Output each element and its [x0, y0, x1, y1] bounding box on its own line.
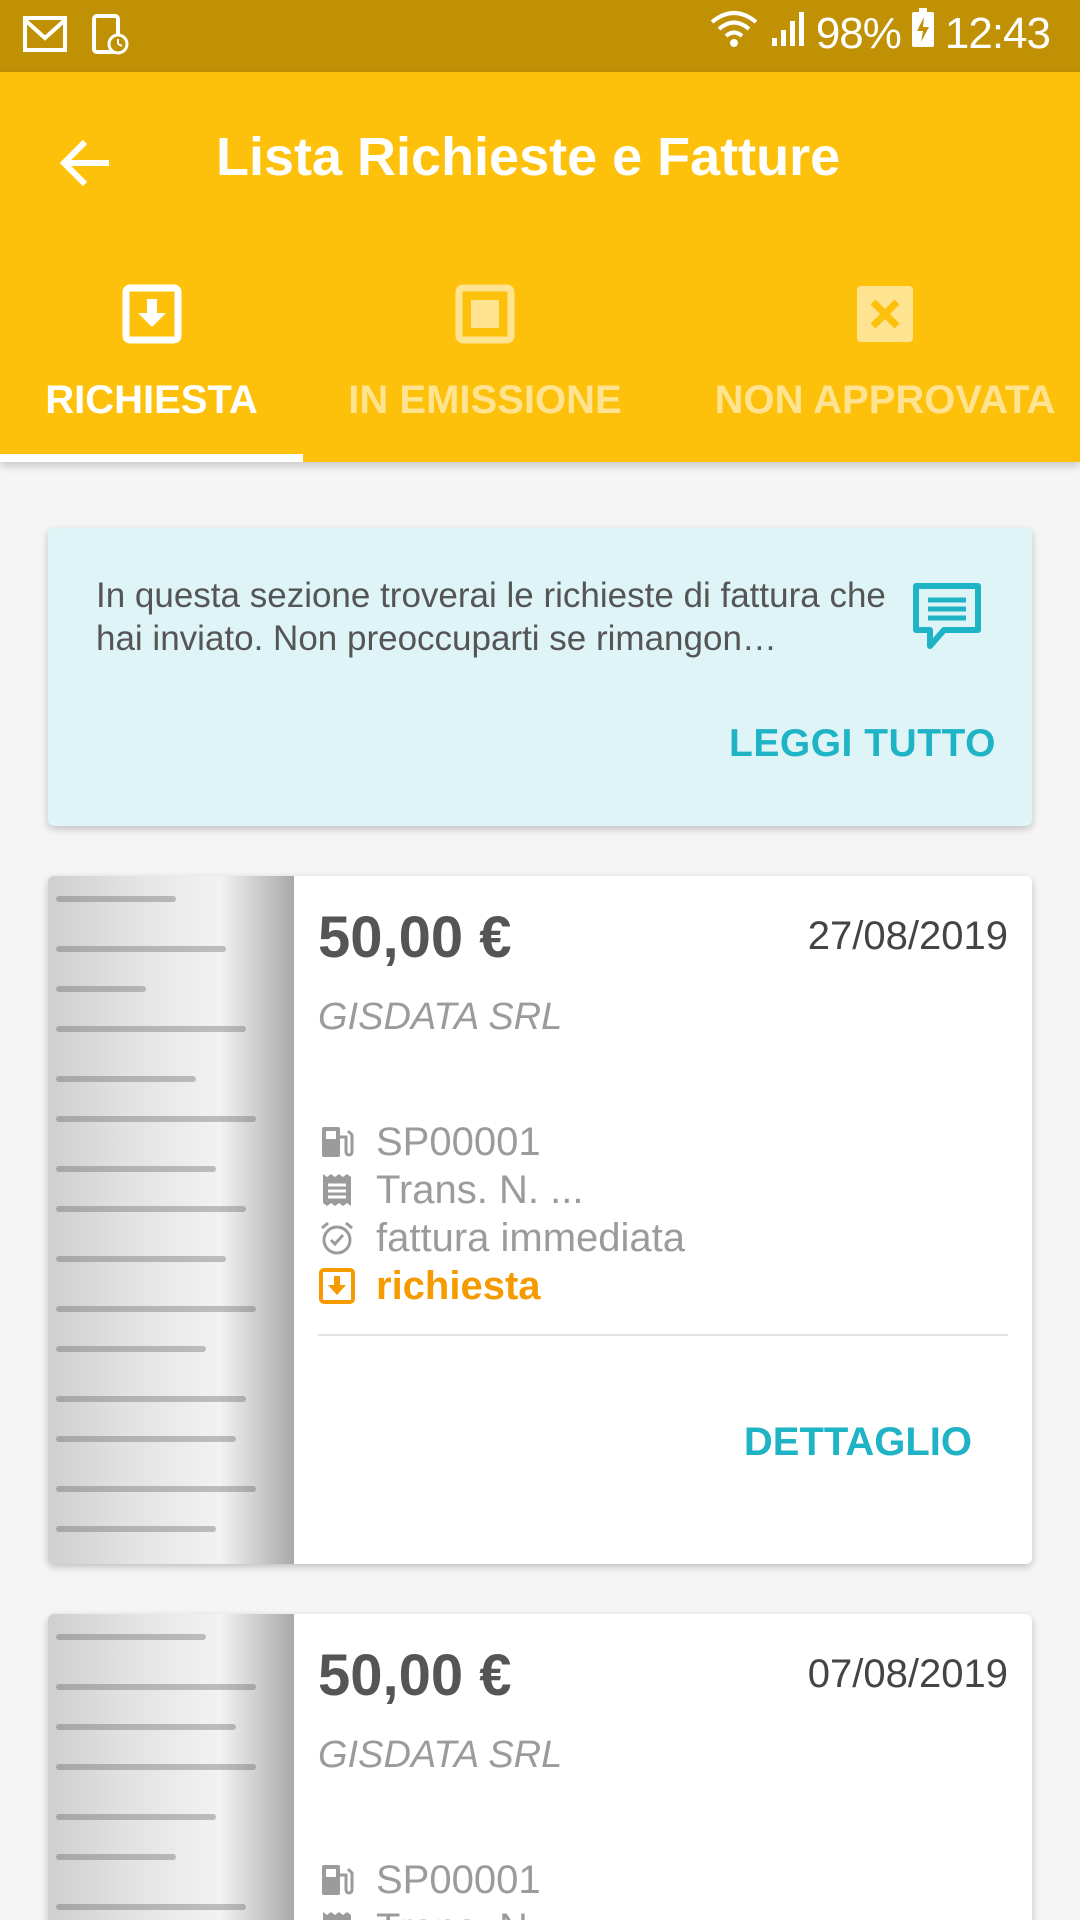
tab-richiesta[interactable]: RICHIESTA	[0, 272, 303, 462]
receipt-thumbnail[interactable]	[48, 876, 294, 1564]
battery-charging-icon	[911, 8, 935, 59]
company-name: GISDATA SRL	[318, 996, 563, 1038]
info-card: In questa sezione troverai le richieste …	[48, 528, 1032, 826]
company-name: GISDATA SRL	[318, 1734, 563, 1776]
clock: 12:43	[944, 8, 1051, 58]
invoice-type-row: fattura immediata	[318, 1214, 685, 1262]
square-icon	[455, 284, 515, 344]
receipt-icon	[318, 1909, 356, 1920]
status-label: richiesta	[376, 1263, 541, 1308]
receipt-icon	[318, 1171, 356, 1209]
detail-button[interactable]: DETTAGLIO	[744, 1420, 972, 1465]
arrow-back-icon	[59, 139, 109, 187]
invoice-card[interactable]: 50,00 € 27/08/2019 GISDATA SRL SP00001 T…	[48, 876, 1032, 1564]
tab-in-emissione[interactable]: IN EMISSIONE	[303, 272, 667, 462]
station-row: SP00001	[318, 1118, 541, 1166]
download-box-icon	[318, 1267, 356, 1305]
read-all-button[interactable]: LEGGI TUTTO	[729, 722, 996, 766]
gmail-icon	[22, 14, 68, 54]
station-row: SP00001	[318, 1856, 541, 1904]
invoice-card[interactable]: 50,00 € 07/08/2019 GISDATA SRL SP00001 T…	[48, 1614, 1032, 1920]
alarm-check-icon	[318, 1219, 356, 1257]
date: 07/08/2019	[807, 1652, 1008, 1696]
status-row: richiesta	[318, 1262, 541, 1310]
info-text: In questa sezione troverai le richieste …	[96, 576, 886, 658]
close-box-icon	[855, 284, 915, 344]
download-box-icon	[122, 284, 182, 344]
status-bar: 98% 12:43	[0, 0, 1080, 72]
message-icon	[910, 580, 984, 654]
back-button[interactable]	[52, 130, 118, 196]
tab-bar: RICHIESTA IN EMISSIONE NON APPROVATA	[0, 272, 1080, 462]
signal-icon	[770, 8, 806, 59]
app-bar: Lista Richieste e Fatture RICHIESTA IN E…	[0, 72, 1080, 462]
page-title: Lista Richieste e Fatture	[216, 127, 841, 187]
battery-percent: 98%	[815, 8, 902, 58]
wifi-icon	[708, 8, 760, 59]
phone-alarm-icon	[90, 14, 136, 55]
divider	[318, 1334, 1008, 1336]
fuel-pump-icon	[318, 1123, 356, 1161]
amount: 50,00 €	[318, 905, 512, 970]
date: 27/08/2019	[807, 914, 1008, 958]
amount: 50,00 €	[318, 1643, 512, 1708]
transaction-row: Trans. N. ...	[318, 1904, 583, 1920]
transaction-row: Trans. N. ...	[318, 1166, 583, 1214]
fuel-pump-icon	[318, 1861, 356, 1899]
tab-indicator	[0, 454, 303, 462]
tab-non-approvata[interactable]: NON APPROVATA	[697, 272, 1073, 462]
receipt-thumbnail[interactable]	[48, 1614, 294, 1920]
